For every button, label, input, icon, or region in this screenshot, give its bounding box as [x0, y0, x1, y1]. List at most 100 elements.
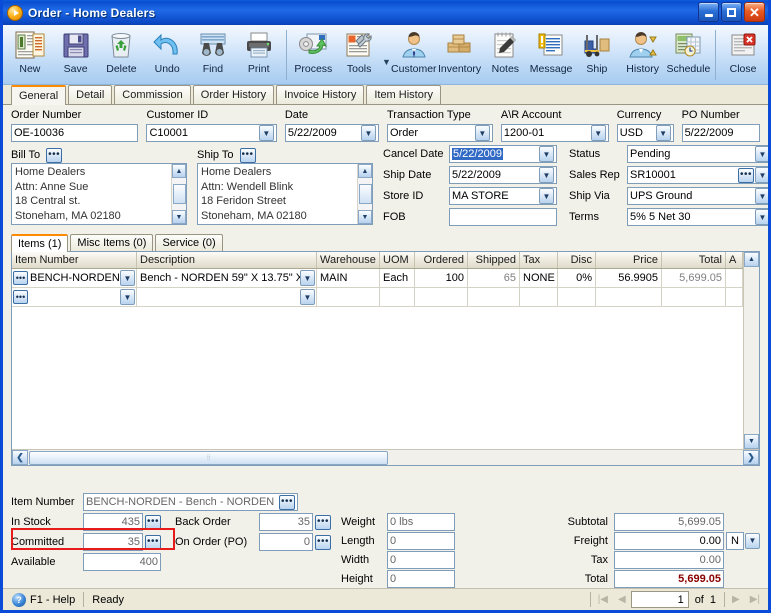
ship-to-address-box[interactable]: Home Dealers Attn: Wendell Blink 18 Feri…	[197, 163, 373, 225]
toolbar-save-button[interactable]: Save	[53, 28, 99, 84]
chevron-down-icon[interactable]: ▼	[655, 125, 671, 141]
tab-order-history[interactable]: Order History	[192, 85, 275, 104]
chevron-down-icon[interactable]: ▼	[360, 125, 376, 141]
chevron-down-icon[interactable]: ▼	[590, 125, 606, 141]
col-disc[interactable]: Disc	[558, 252, 596, 268]
record-number-input[interactable]: 1	[630, 591, 689, 608]
row-lookup-ellipsis-icon[interactable]: •••	[13, 290, 28, 304]
on-order-po-value-box[interactable]: 0	[259, 533, 313, 551]
chevron-down-icon[interactable]: ▼	[300, 289, 315, 305]
order-number-input[interactable]: OE-10036	[11, 124, 139, 142]
item-lookup-ellipsis-icon[interactable]: •••	[279, 494, 295, 510]
tab-items[interactable]: Items (1)	[11, 234, 69, 252]
cell-price[interactable]	[596, 288, 662, 306]
col-tax[interactable]: Tax	[520, 252, 558, 268]
tab-misc-items[interactable]: Misc Items (0)	[70, 234, 154, 251]
chevron-down-icon[interactable]: ▼	[755, 188, 768, 204]
last-record-icon[interactable]: ▶|	[745, 594, 765, 605]
scroll-up-icon[interactable]: ▲	[358, 164, 372, 178]
tab-commission[interactable]: Commission	[114, 85, 191, 104]
height-input[interactable]: 0	[387, 569, 455, 588]
ship-to-scrollbar[interactable]: ▲ ▼	[357, 164, 372, 224]
scroll-down-icon[interactable]: ▼	[358, 210, 372, 224]
cell-account[interactable]	[726, 269, 743, 287]
cancel-date-combo[interactable]: 5/22/2009 ▼	[449, 145, 557, 163]
cell-description[interactable]: ▼	[137, 288, 317, 306]
cell-warehouse[interactable]: MAIN	[317, 269, 380, 287]
col-description[interactable]: Description	[137, 252, 317, 268]
committed-value-box[interactable]: 35	[83, 533, 143, 551]
cell-uom[interactable]: Each	[380, 269, 415, 287]
footer-item-number-input[interactable]: BENCH-NORDEN - Bench - NORDEN 59" X : ••…	[83, 493, 298, 511]
chevron-down-icon[interactable]: ▼	[120, 270, 135, 286]
tab-general[interactable]: General	[11, 85, 67, 105]
cell-item-number[interactable]: ••• ▼	[12, 288, 137, 306]
scrollbar-thumb[interactable]	[358, 184, 372, 204]
ship-to-lookup-ellipsis-icon[interactable]: •••	[239, 147, 256, 163]
in-stock-value-box[interactable]: 435	[83, 513, 143, 531]
toolbar-inventory-button[interactable]: Inventory	[437, 28, 483, 84]
first-record-icon[interactable]: |◀	[593, 594, 613, 605]
toolbar-find-button[interactable]: Find	[190, 28, 236, 84]
chevron-down-icon[interactable]: ▼	[755, 146, 768, 162]
po-number-input[interactable]: 5/22/2009	[681, 124, 760, 142]
ship-via-combo[interactable]: UPS Ground ▼	[627, 187, 768, 205]
toolbar-tools-button[interactable]: Tools	[336, 28, 382, 84]
cell-shipped[interactable]	[468, 288, 520, 306]
scroll-up-icon[interactable]: ▲	[172, 164, 186, 178]
scroll-up-icon[interactable]: ▲	[744, 252, 759, 267]
cell-warehouse[interactable]	[317, 288, 380, 306]
ship-date-combo[interactable]: 5/22/2009 ▼	[449, 166, 557, 184]
chevron-down-icon[interactable]: ▼	[120, 289, 135, 305]
toolbar-schedule-button[interactable]: Schedule	[666, 28, 712, 84]
toolbar-ship-button[interactable]: Ship	[574, 28, 620, 84]
table-row[interactable]: ••• ▼ ▼	[12, 288, 743, 307]
cell-total[interactable]	[662, 288, 726, 306]
freight-input[interactable]: 0.00	[614, 531, 724, 550]
cell-total[interactable]: 5,699.05	[662, 269, 726, 287]
fob-input[interactable]	[449, 208, 557, 226]
previous-record-icon[interactable]: ◀	[613, 594, 631, 605]
toolbar-delete-button[interactable]: Delete	[99, 28, 145, 84]
cell-uom[interactable]	[380, 288, 415, 306]
cell-disc[interactable]: 0%	[558, 269, 596, 287]
cell-tax[interactable]	[520, 288, 558, 306]
help-cell[interactable]: ? F1 - Help	[6, 591, 81, 609]
sales-rep-combo[interactable]: SR10001 ••• ▼	[627, 166, 768, 184]
cell-shipped[interactable]: 65	[468, 269, 520, 287]
transaction-type-combo[interactable]: Order ▼	[386, 124, 493, 142]
tab-service[interactable]: Service (0)	[155, 234, 223, 251]
weight-input[interactable]: 0 lbs	[387, 512, 455, 531]
col-uom[interactable]: UOM	[380, 252, 415, 268]
chevron-down-icon[interactable]: ▼	[755, 209, 768, 225]
col-warehouse[interactable]: Warehouse	[317, 252, 380, 268]
toolbar-process-button[interactable]: Process	[290, 28, 336, 84]
maximize-button[interactable]	[721, 2, 742, 22]
scroll-down-icon[interactable]: ▼	[172, 210, 186, 224]
chevron-down-icon[interactable]: ▼	[539, 188, 554, 204]
terms-combo[interactable]: 5% 5 Net 30 ▼	[627, 208, 768, 226]
col-shipped[interactable]: Shipped	[468, 252, 520, 268]
cell-description[interactable]: Bench - NORDEN 59" X 13.75" X ▼	[137, 269, 317, 287]
col-ordered[interactable]: Ordered	[415, 252, 468, 268]
hscrollbar-thumb[interactable]: ⦙⦙	[29, 450, 389, 465]
next-record-icon[interactable]: ▶	[727, 594, 745, 605]
cell-ordered[interactable]	[415, 288, 468, 306]
toolbar-history-button[interactable]: History	[620, 28, 666, 84]
scroll-right-icon[interactable]: ❯	[743, 450, 759, 465]
customer-id-combo[interactable]: C10001 ▼	[146, 124, 277, 142]
col-total[interactable]: Total	[662, 252, 726, 268]
bill-to-scrollbar[interactable]: ▲ ▼	[171, 164, 186, 224]
bill-to-address-box[interactable]: Home Dealers Attn: Anne Sue 18 Central s…	[11, 163, 187, 225]
toolbar-message-button[interactable]: Message	[528, 28, 574, 84]
chevron-down-icon[interactable]: ▼	[755, 167, 768, 183]
table-row[interactable]: ••• BENCH-NORDEN ▼ Bench - NORDEN 59" X …	[12, 269, 743, 288]
length-input[interactable]: 0	[387, 531, 455, 550]
cell-price[interactable]: 56.9905	[596, 269, 662, 287]
bill-to-lookup-ellipsis-icon[interactable]: •••	[46, 147, 63, 163]
store-id-combo[interactable]: MA STORE ▼	[449, 187, 557, 205]
close-button[interactable]: ✕	[744, 2, 765, 22]
grid-vertical-scrollbar[interactable]: ▲ ▼	[743, 252, 759, 449]
sales-rep-lookup-ellipsis-icon[interactable]: •••	[738, 167, 754, 183]
minimize-button[interactable]	[698, 2, 719, 22]
